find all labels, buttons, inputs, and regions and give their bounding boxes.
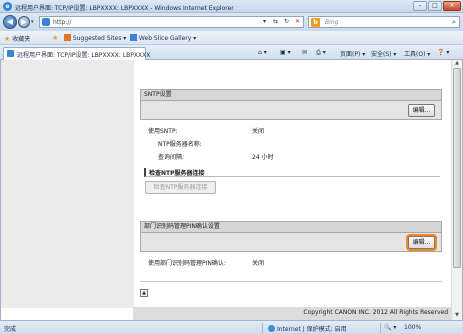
tools-menu[interactable]: 工具(O) ▾ xyxy=(404,49,430,58)
window-title: 远程用户界面: TCP/IP设置: LBPXXXX: LBPXXXX - Win… xyxy=(15,5,234,12)
address-toolbar: ◀ ▶ ▾ http:// ▾ ⇆ ↻ ✕ b Bing ⌕ xyxy=(0,13,463,31)
history-dropdown-icon[interactable]: ▾ xyxy=(31,19,34,25)
page-favicon-icon xyxy=(42,18,50,26)
refresh-icon[interactable]: ↻ xyxy=(282,17,291,26)
query-interval-value: 24 小时 xyxy=(252,154,274,161)
scroll-down-icon[interactable]: ▼ xyxy=(452,312,462,320)
help-menu[interactable]: ❓ ▾ xyxy=(437,49,449,56)
suggested-sites-link[interactable]: Suggested Sites ▾ xyxy=(64,34,126,42)
status-separator xyxy=(380,323,381,333)
status-text: 完成 xyxy=(4,326,17,333)
pin-edit-bar: 编辑... xyxy=(140,232,442,252)
web-slice-gallery-link[interactable]: Web Slice Gallery ▾ xyxy=(130,34,196,42)
url-text: http:// xyxy=(53,19,72,26)
mail-button[interactable]: ✉ xyxy=(302,49,307,56)
use-sntp-label: 使用SNTP: xyxy=(148,128,178,135)
pin-section-header: 部门识别码管理PIN确认设置 xyxy=(140,221,442,232)
zoom-icon[interactable]: 🔍 ▾ xyxy=(384,324,396,331)
copyright-footer: Copyright CANON INC. 2012 All Rights Res… xyxy=(133,307,452,320)
close-window-button[interactable]: ✕ xyxy=(443,1,461,11)
safety-menu[interactable]: 安全(S) ▾ xyxy=(371,49,396,58)
feeds-button[interactable]: ▣ ▾ xyxy=(280,49,291,56)
scroll-up-icon[interactable]: ▲ xyxy=(452,60,462,68)
scroll-thumb[interactable] xyxy=(453,68,461,268)
tab-bar: 远程用户界面: TCP/IP设置: LBPXXXX: LBPXXXX ⌂ ▾ ▣… xyxy=(0,45,463,60)
stop-icon[interactable]: ✕ xyxy=(293,17,302,26)
print-button[interactable]: ⎙ ▾ xyxy=(316,49,326,57)
status-bar: 完成 Internet | 保护模式: 启用 🔍 ▾ 100% xyxy=(0,320,463,334)
bing-provider-icon: b xyxy=(311,18,320,27)
left-panel-background xyxy=(1,60,134,308)
status-separator xyxy=(262,323,263,333)
url-dropdown-icon[interactable]: ▾ xyxy=(260,17,269,26)
pin-edit-button[interactable]: 编辑... xyxy=(408,236,435,249)
sntp-edit-bar: 编辑... xyxy=(140,100,442,120)
add-favorite-icon[interactable]: ★ xyxy=(52,34,58,42)
check-ntp-connection-button[interactable]: 检查NTP服务器连接 xyxy=(145,181,216,194)
page-menu[interactable]: 页面(P) ▾ xyxy=(340,49,365,58)
forward-button[interactable]: ▶ xyxy=(18,16,30,28)
favorites-label: 收藏夹 xyxy=(12,36,31,43)
search-input[interactable]: b Bing ⌕ xyxy=(308,16,460,28)
window-title-bar: e 远程用户界面: TCP/IP设置: LBPXXXX: LBPXXXX - W… xyxy=(0,0,463,13)
vertical-scrollbar[interactable]: ▲ ▼ xyxy=(451,60,462,320)
use-pin-confirm-label: 使用部门识别码管理PIN确认: xyxy=(148,260,226,267)
search-placeholder: Bing xyxy=(325,19,339,26)
use-pin-confirm-value: 关闭 xyxy=(252,260,265,267)
maximize-button[interactable]: □ xyxy=(428,1,442,11)
star-icon: ★ xyxy=(4,35,11,43)
search-icon[interactable]: ⌕ xyxy=(452,18,456,27)
sntp-section-header: SNTP设置 xyxy=(140,89,442,100)
ntp-check-header: 检查NTP服务器连接 xyxy=(144,168,440,177)
favorites-bar: ★ 收藏夹 ★ Suggested Sites ▾ Web Slice Gall… xyxy=(0,31,463,45)
query-interval-label: 查询间隔: xyxy=(158,154,185,161)
url-actions: ▾ ⇆ ↻ ✕ xyxy=(260,17,302,26)
use-sntp-value: 关闭 xyxy=(252,128,265,135)
favorites-button[interactable]: ★ 收藏夹 xyxy=(4,34,30,43)
tab-remote-ui[interactable]: 远程用户界面: TCP/IP设置: LBPXXXX: LBPXXXX xyxy=(3,47,150,60)
tab-label: 远程用户界面: TCP/IP设置: LBPXXXX: LBPXXXX xyxy=(17,52,151,59)
window-controls: – □ ✕ xyxy=(413,1,461,11)
zoom-level[interactable]: 100% xyxy=(404,324,421,331)
back-to-top-icon[interactable]: ▲ xyxy=(140,289,148,297)
compat-view-icon[interactable]: ⇆ xyxy=(271,17,280,26)
ntp-server-name-label: NTP服务器名称: xyxy=(158,141,202,148)
sntp-edit-button[interactable]: 编辑... xyxy=(408,104,435,117)
minimize-button[interactable]: – xyxy=(413,1,427,11)
home-button[interactable]: ⌂ ▾ xyxy=(258,49,267,56)
tab-favicon-icon xyxy=(7,50,14,57)
back-button[interactable]: ◀ xyxy=(3,15,17,29)
section-divider xyxy=(140,281,442,282)
security-zone[interactable]: Internet | 保护模式: 启用 xyxy=(268,324,347,333)
ie-logo-icon: e xyxy=(3,2,12,11)
globe-icon xyxy=(268,325,275,332)
